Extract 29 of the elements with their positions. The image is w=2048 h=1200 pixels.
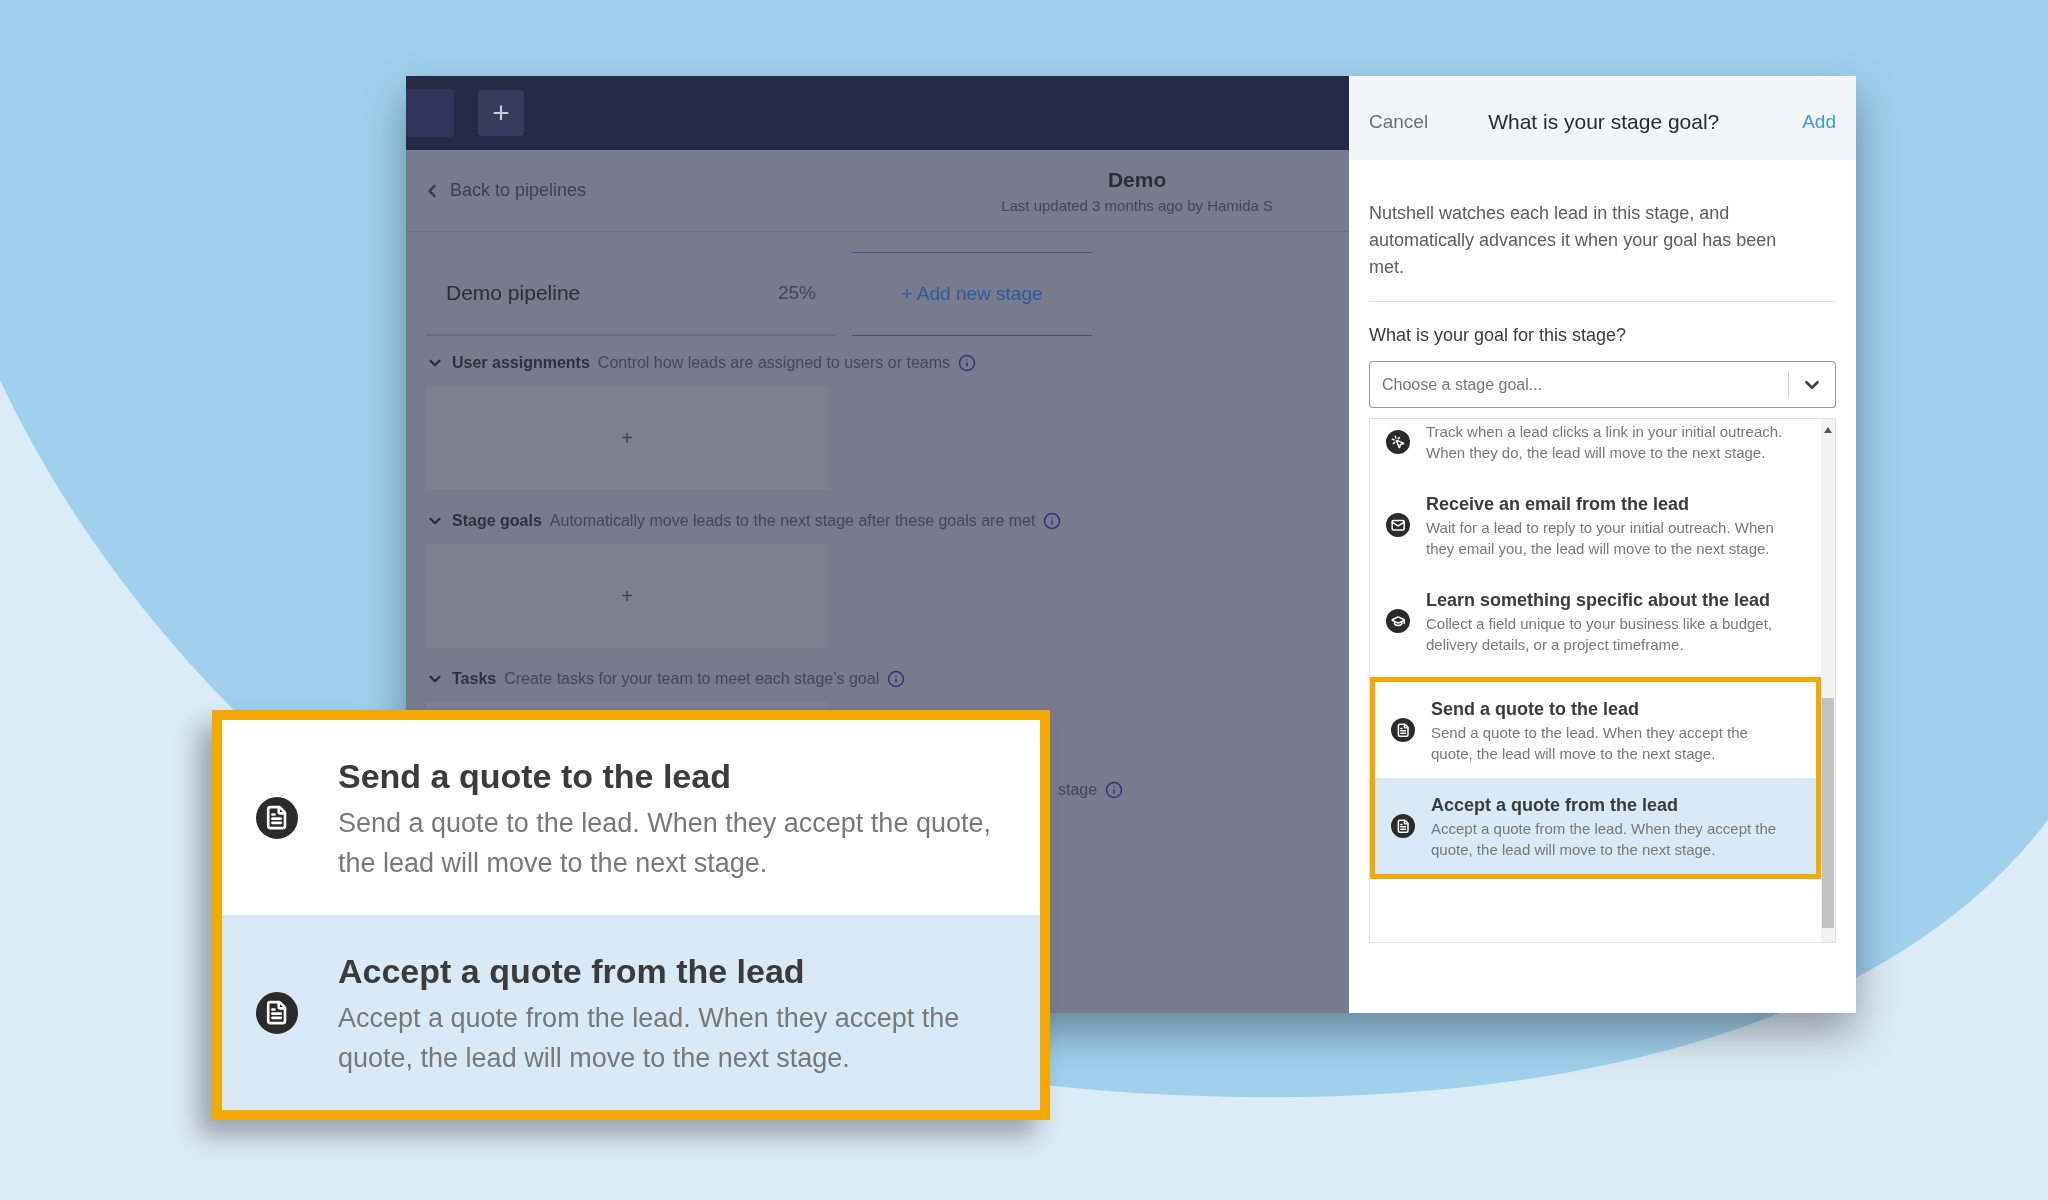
section-add-area[interactable]: + <box>426 386 828 490</box>
cancel-button[interactable]: Cancel <box>1369 107 1429 137</box>
back-link[interactable]: Back to pipelines <box>450 177 587 204</box>
goal-option[interactable]: Accept a quote from the lead Accept a quote from the lead. When they accept the quote, the lead will move to the next stage. <box>1375 778 1816 874</box>
section-title: Stage goals <box>452 511 542 531</box>
panel-title: What is your stage goal? <box>1488 109 1720 136</box>
graduation-cap-icon <box>1386 609 1410 633</box>
scrollbar[interactable] <box>1821 419 1835 942</box>
info-icon[interactable] <box>1043 512 1062 530</box>
document-icon <box>256 796 298 839</box>
intro-text: Nutshell watches each lead in this stage, and automatically advances it when your goal has been met. <box>1369 200 1836 302</box>
document-icon <box>1391 814 1415 838</box>
info-icon[interactable] <box>887 670 906 688</box>
document-icon <box>256 991 298 1034</box>
section-title: User assignments <box>452 353 590 373</box>
add-button[interactable]: Add <box>1802 107 1836 137</box>
info-icon[interactable] <box>1105 781 1124 799</box>
pipeline-title: Demo <box>1107 166 1167 193</box>
section-add-area[interactable]: + <box>426 544 828 648</box>
section-title: Tasks <box>452 669 497 689</box>
callout-goal-option: Accept a quote from the lead Accept a quote from the lead. When they accept the quote, the lead will move to the next stage. <box>222 915 1040 1110</box>
info-icon[interactable] <box>958 354 977 372</box>
scroll-up-icon[interactable] <box>1824 427 1832 433</box>
cursor-icon <box>1386 430 1410 454</box>
document-icon <box>1391 718 1415 742</box>
envelope-icon <box>1386 513 1410 537</box>
add-button[interactable]: + <box>478 90 524 136</box>
callout-goal-option: Send a quote to the lead Send a quote to the lead. When they accept the quote, the lead will move to the next stage. <box>222 720 1040 915</box>
goal-question: What is your goal for this stage? <box>1369 324 1628 347</box>
